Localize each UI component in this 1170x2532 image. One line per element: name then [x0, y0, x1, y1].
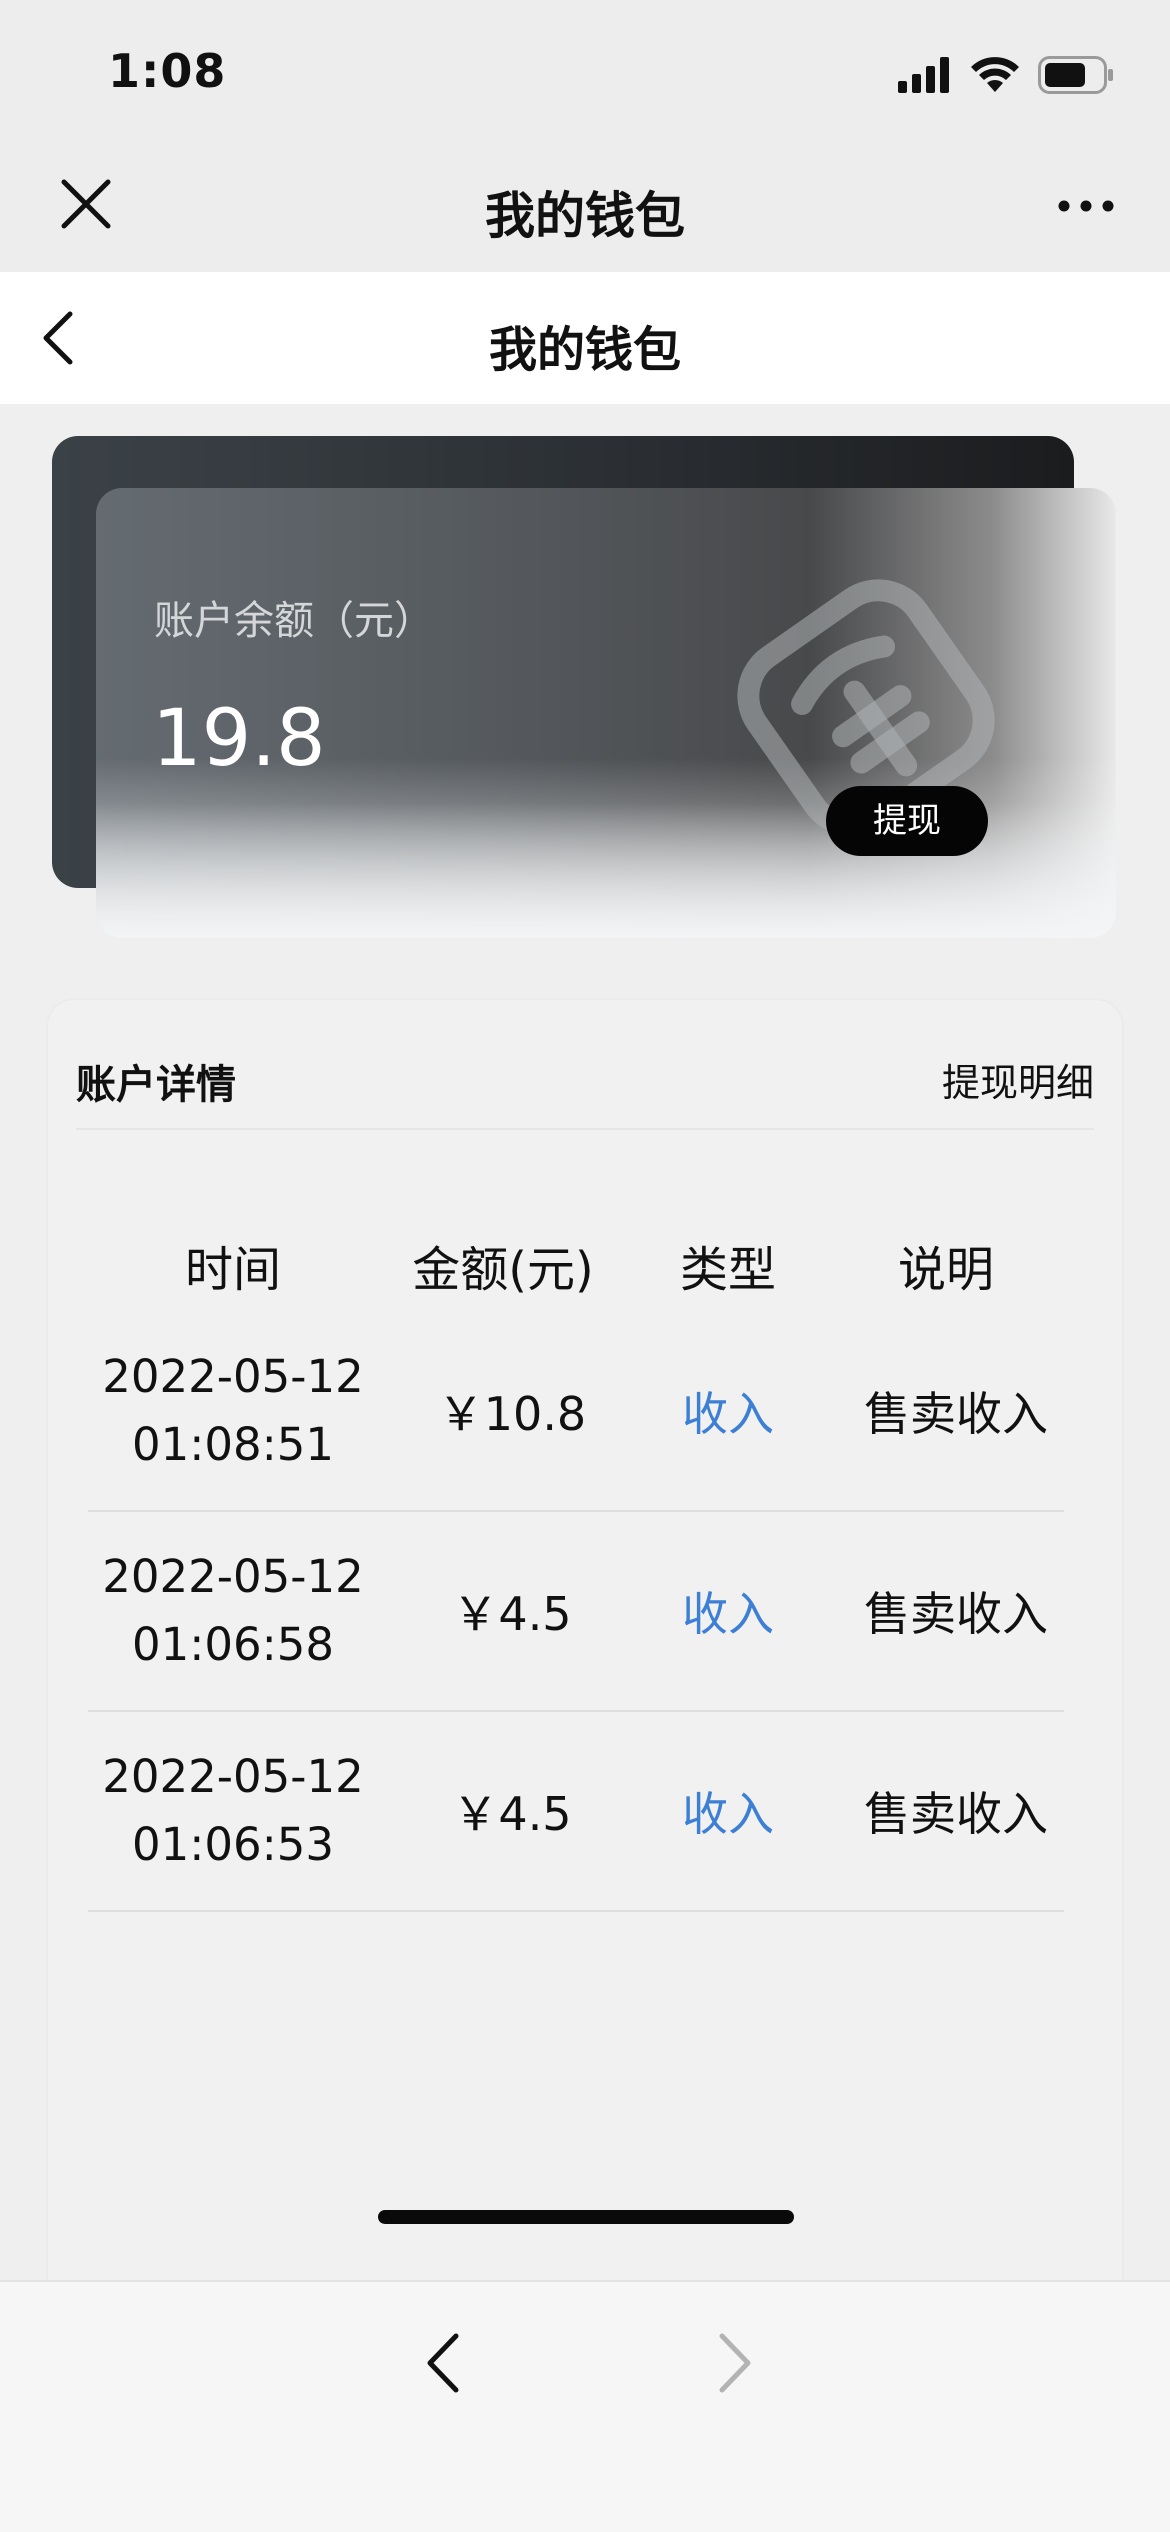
- app-bar: 我的钱包: [0, 150, 1170, 272]
- table-header: 时间 金额(元) 类型 说明: [88, 1218, 1064, 1312]
- column-header-description: 说明: [897, 1242, 994, 1298]
- battery-icon: [1038, 56, 1113, 94]
- row-type: 收入: [682, 1587, 774, 1641]
- row-time: 2022-05-12 01:06:58: [102, 1550, 364, 1671]
- row-description: 售卖收入: [864, 1787, 1048, 1841]
- row-time: 2022-05-12 01:06:53: [102, 1750, 364, 1871]
- screen: 1:08 我的钱包 我的钱包 账户余额（元） 19.8 提现 账户详情 提现明细…: [0, 0, 1170, 2532]
- more-icon[interactable]: [1056, 178, 1116, 234]
- status-time: 1:08: [108, 44, 227, 98]
- row-amount: ￥4.5: [452, 1587, 572, 1641]
- page-title: 我的钱包: [488, 322, 681, 378]
- app-bar-title: 我的钱包: [485, 187, 685, 245]
- status-bar: 1:08: [0, 0, 1170, 150]
- details-header: 账户详情 提现明细: [76, 1000, 1094, 1130]
- balance-card: 账户余额（元） 19.8 提现: [96, 488, 1116, 938]
- details-title: 账户详情: [76, 1062, 236, 1108]
- table-row: 2022-05-12 01:06:53 ￥4.5 收入 售卖收入: [88, 1712, 1064, 1912]
- table-row: 2022-05-12 01:06:58 ￥4.5 收入 售卖收入: [88, 1512, 1064, 1712]
- row-type: 收入: [682, 1787, 774, 1841]
- wifi-icon: [971, 57, 1019, 92]
- row-amount: ￥10.8: [437, 1387, 587, 1441]
- table-row: 2022-05-12 01:08:51 ￥10.8 收入 售卖收入: [88, 1312, 1064, 1512]
- row-type: 收入: [682, 1387, 774, 1441]
- withdraw-button[interactable]: 提现: [826, 786, 988, 856]
- column-header-type: 类型: [679, 1242, 776, 1298]
- back-arrow-icon[interactable]: [418, 2328, 468, 2398]
- browser-toolbar: [0, 2280, 1170, 2532]
- balance-value: 19.8: [152, 694, 326, 784]
- transactions-table: 时间 金额(元) 类型 说明 2022-05-12 01:08:51 ￥10.8…: [88, 1218, 1064, 1912]
- row-description: 售卖收入: [864, 1587, 1048, 1641]
- column-header-time: 时间: [184, 1242, 281, 1298]
- cellular-signal-icon: [898, 57, 949, 93]
- home-indicator: [378, 2210, 794, 2224]
- row-time: 2022-05-12 01:08:51: [102, 1350, 364, 1471]
- balance-label: 账户余额（元）: [154, 598, 434, 644]
- status-icons: [898, 52, 1114, 98]
- column-header-amount: 金额(元): [412, 1242, 594, 1298]
- page-nav-bar: 我的钱包: [0, 272, 1170, 404]
- withdraw-history-link[interactable]: 提现明细: [942, 1052, 1094, 1107]
- row-description: 售卖收入: [864, 1387, 1048, 1441]
- forward-arrow-icon[interactable]: [710, 2328, 760, 2398]
- row-amount: ￥4.5: [452, 1787, 572, 1841]
- account-details-panel: 账户详情 提现明细 时间 金额(元) 类型 说明 2022-05-12 01:0…: [48, 1000, 1122, 2360]
